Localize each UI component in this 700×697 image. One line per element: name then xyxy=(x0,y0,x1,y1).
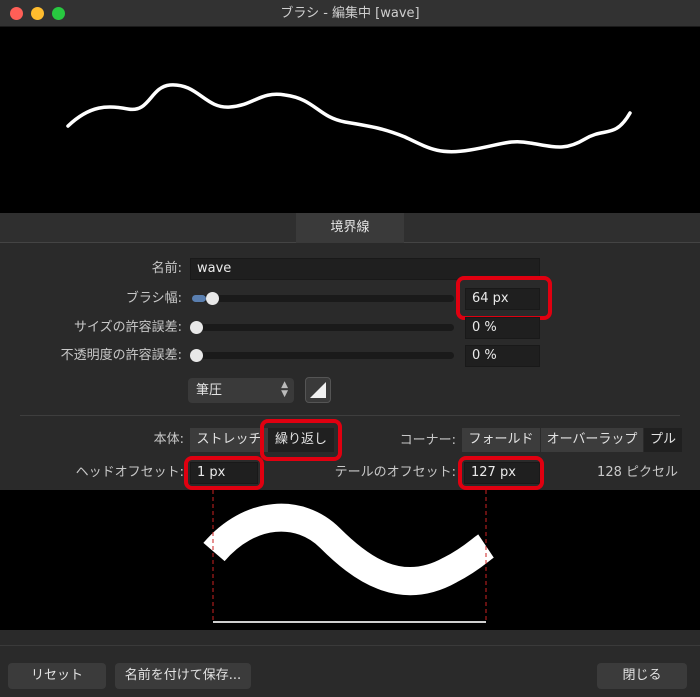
size-tolerance-label: サイズの許容誤差: xyxy=(74,320,182,335)
highlight-box xyxy=(184,456,264,490)
pressure-curve-icon xyxy=(310,382,326,398)
size-tolerance-knob[interactable] xyxy=(190,321,203,334)
chevron-updown-icon: ▲ ▼ xyxy=(281,380,288,399)
wave-segment-graphic xyxy=(203,490,495,623)
brush-width-slider[interactable] xyxy=(192,295,454,302)
opacity-tolerance-knob[interactable] xyxy=(190,349,203,362)
corner-pull-option[interactable]: プル xyxy=(644,428,682,452)
pressure-curve-button[interactable] xyxy=(305,377,331,403)
body-stretch-option[interactable]: ストレッチ xyxy=(190,428,268,452)
corner-label: コーナー: xyxy=(399,433,456,448)
total-length-text: 128 ピクセル xyxy=(597,465,678,480)
slider-fill xyxy=(192,295,206,302)
divider xyxy=(20,415,680,416)
save-as-button[interactable]: 名前を付けて保存... xyxy=(115,663,251,689)
opacity-tolerance-slider[interactable] xyxy=(192,352,454,359)
opacity-tolerance-field[interactable]: 0 % xyxy=(465,345,540,367)
size-tolerance-field[interactable]: 0 % xyxy=(465,317,540,339)
pressure-select-value: 筆圧 xyxy=(196,383,223,398)
brush-width-label: ブラシ幅: xyxy=(125,291,182,306)
window-title: ブラシ - 編集中 [wave] xyxy=(280,6,420,21)
highlight-box xyxy=(458,456,544,490)
opacity-tolerance-label: 不透明度の許容誤差: xyxy=(60,348,182,363)
close-button[interactable]: 閉じる xyxy=(597,663,687,689)
tab-stroke[interactable]: 境界線 xyxy=(296,213,404,243)
head-offset-label: ヘッドオフセット: xyxy=(75,465,184,480)
reset-button[interactable]: リセット xyxy=(8,663,106,689)
body-label: 本体: xyxy=(153,432,184,447)
corner-overlap-option[interactable]: オーバーラップ xyxy=(541,428,643,452)
brush-nozzle-preview xyxy=(0,490,700,630)
pressure-select[interactable]: 筆圧 ▲ ▼ xyxy=(188,378,294,403)
brush-width-knob[interactable] xyxy=(206,292,219,305)
divider xyxy=(0,645,700,646)
brush-stroke-preview xyxy=(0,27,700,213)
wave-stroke-graphic xyxy=(66,83,632,154)
corner-fold-option[interactable]: フォールド xyxy=(462,428,540,452)
highlight-box xyxy=(260,419,342,461)
highlight-box xyxy=(456,276,552,320)
tail-offset-label: テールのオフセット: xyxy=(334,465,456,480)
size-tolerance-slider[interactable] xyxy=(192,324,454,331)
name-label: 名前: xyxy=(151,261,182,276)
title-bar: ブラシ - 編集中 [wave] xyxy=(0,0,700,27)
tab-bar: 境界線 xyxy=(0,213,700,243)
